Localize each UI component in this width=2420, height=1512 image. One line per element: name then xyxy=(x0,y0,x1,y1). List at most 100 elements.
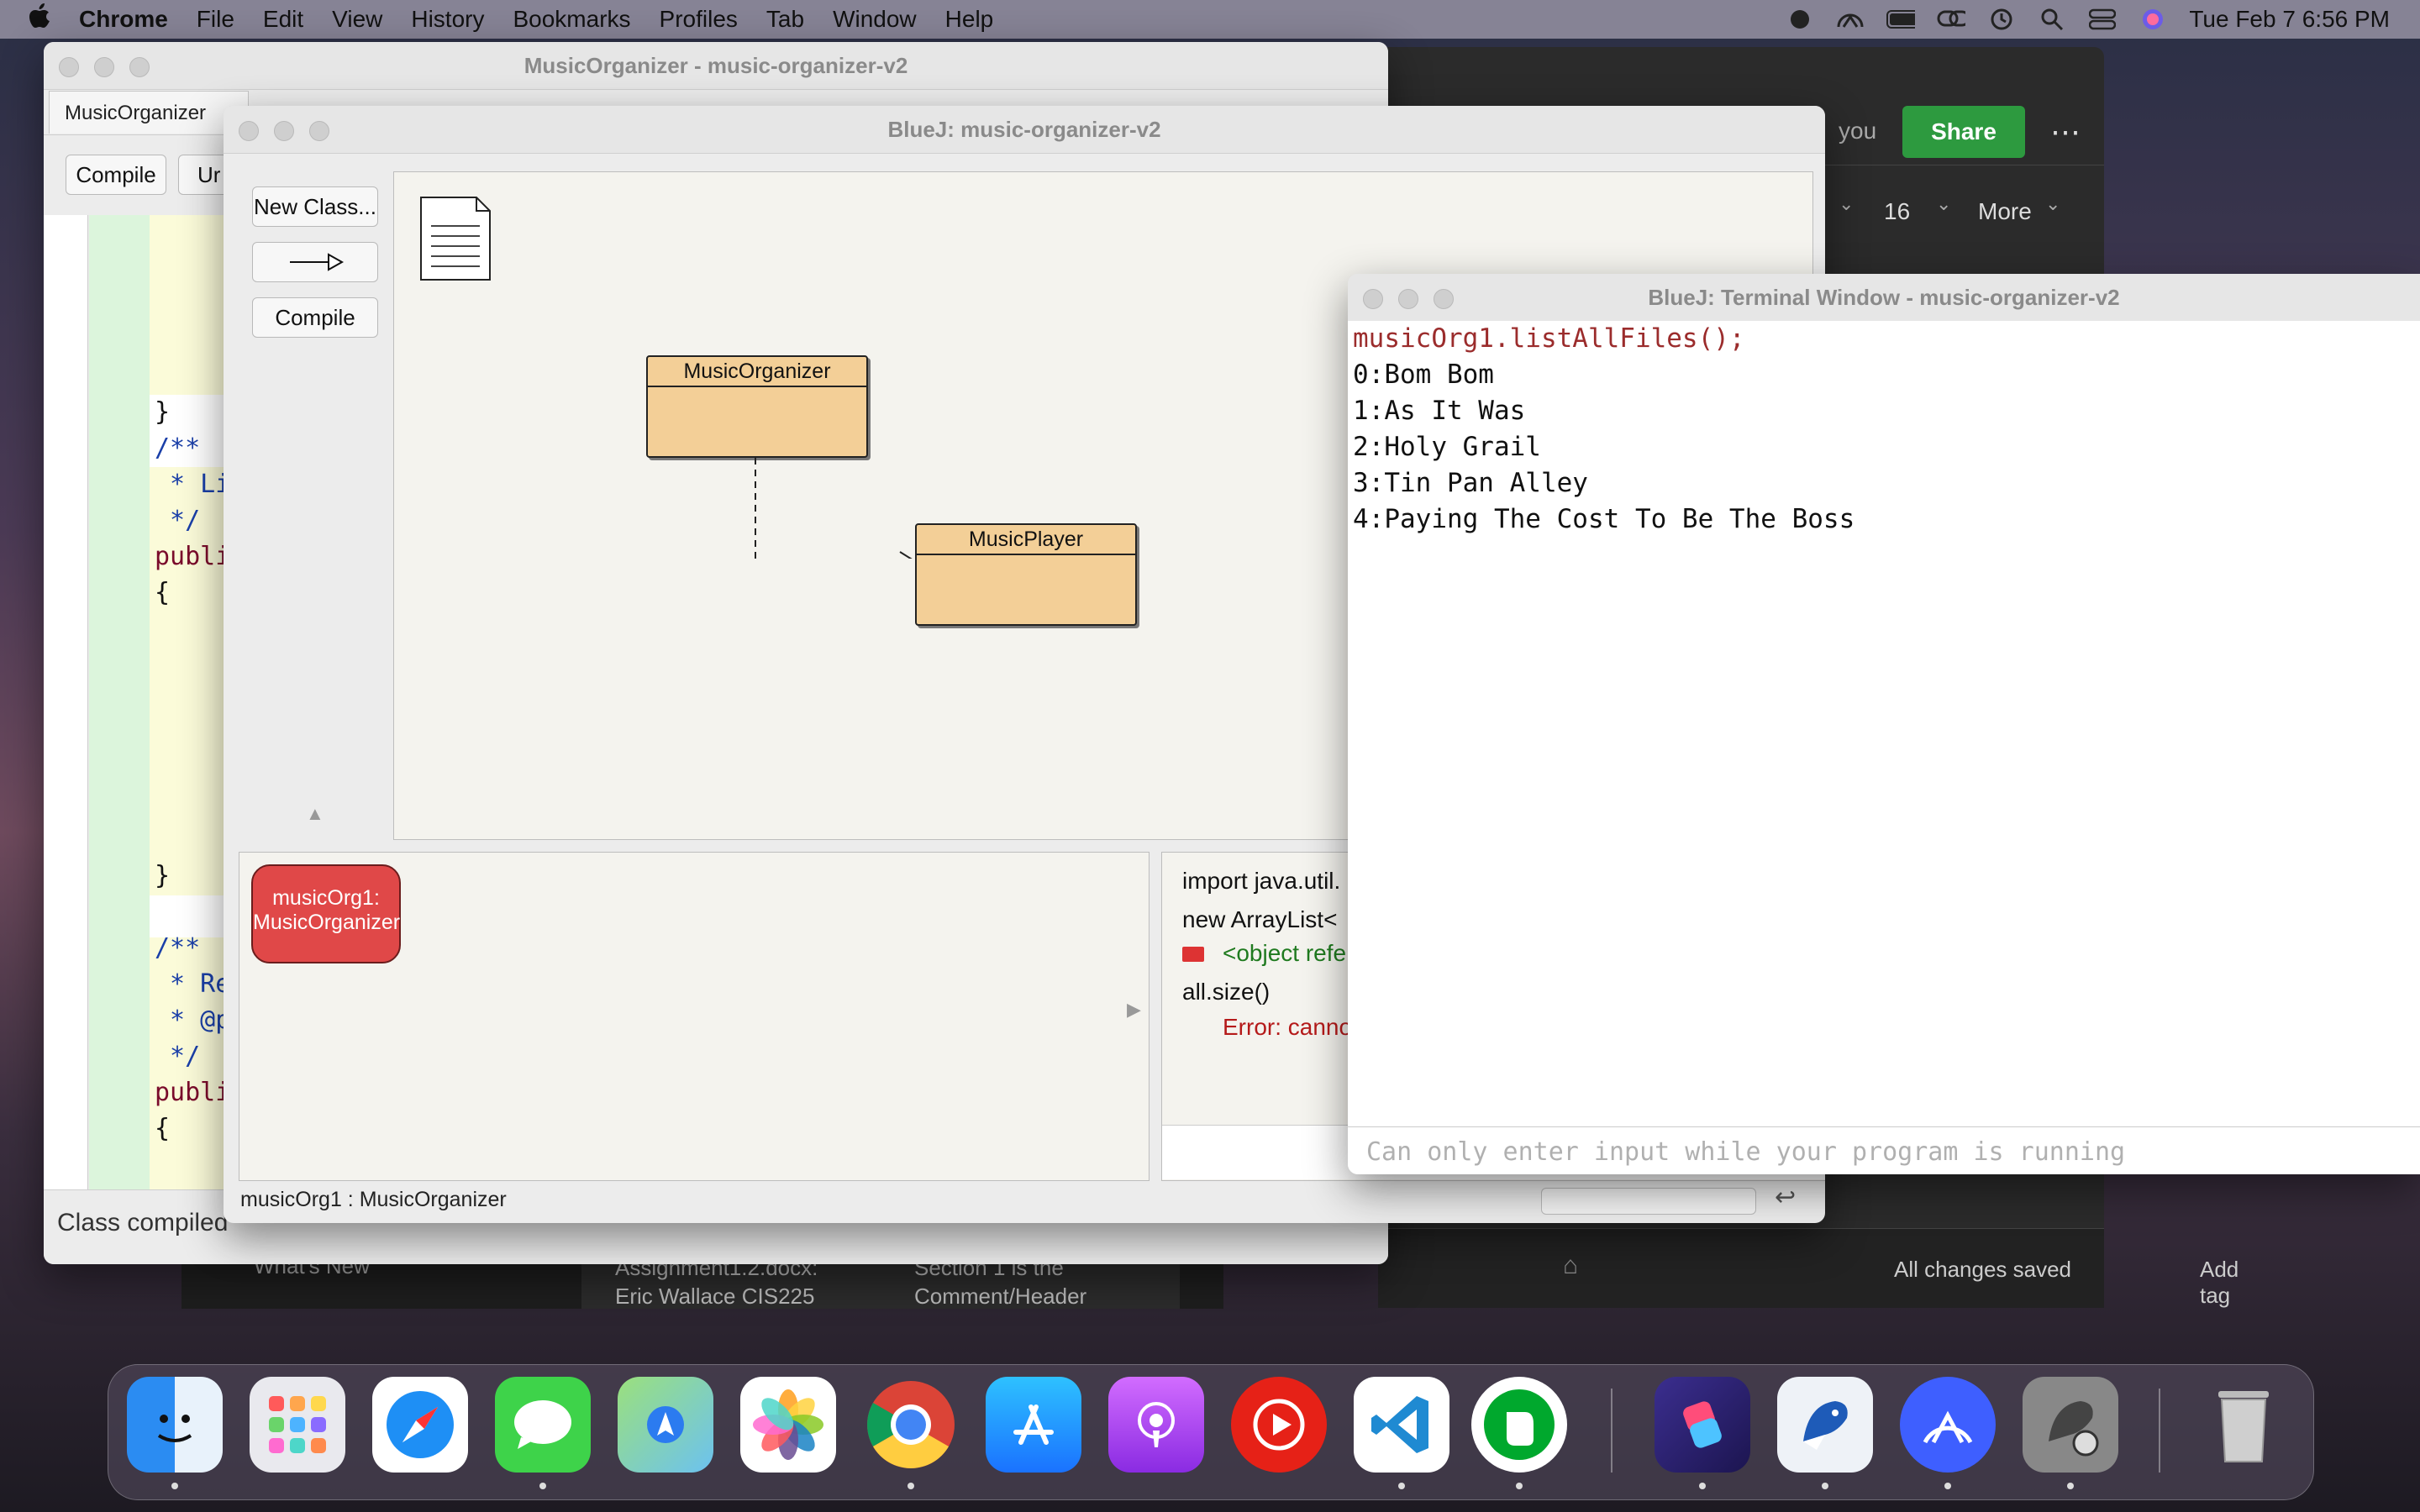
scope-margin xyxy=(89,215,150,1189)
screen-mirroring-icon[interactable] xyxy=(1937,8,1966,30)
battery-icon[interactable] xyxy=(1886,8,1916,30)
dock-chrome-icon[interactable] xyxy=(863,1377,959,1473)
bluej-titlebar: BlueJ: music-organizer-v2 xyxy=(224,106,1825,154)
time-machine-icon[interactable] xyxy=(1987,8,2016,30)
editor-tab-label: MusicOrganizer xyxy=(65,102,207,124)
code-line: publi xyxy=(155,1078,231,1107)
font-size-chevron-icon[interactable]: ⌄ xyxy=(1839,193,1854,215)
running-indicator xyxy=(908,1483,914,1489)
bluej-right-input[interactable] xyxy=(1541,1188,1756,1215)
font-size-value[interactable]: 16 xyxy=(1884,198,1910,225)
editor-titlebar: MusicOrganizer - music-organizer-v2 xyxy=(44,42,1388,90)
running-indicator xyxy=(171,1483,178,1489)
terminal-titlebar: BlueJ: Terminal Window - music-organizer… xyxy=(1348,274,2420,322)
menu-view[interactable]: View xyxy=(332,6,382,33)
dock-maps-icon[interactable] xyxy=(618,1377,713,1473)
editor-title: MusicOrganizer - music-organizer-v2 xyxy=(523,53,908,78)
dock xyxy=(108,1364,2314,1500)
code-line: * Re xyxy=(155,969,231,999)
object-name: musicOrg1: xyxy=(272,886,380,910)
dock-nordvpn-icon[interactable] xyxy=(1900,1377,1996,1473)
add-tag-label[interactable]: Add tag xyxy=(2200,1257,2238,1309)
dock-finder-icon[interactable] xyxy=(127,1377,223,1473)
code-line: /** xyxy=(155,433,201,463)
menu-file[interactable]: File xyxy=(197,6,234,33)
font-size-dropdown-icon[interactable]: ⌄ xyxy=(1936,193,1951,215)
running-indicator xyxy=(1516,1483,1523,1489)
codepad-line: all.size() xyxy=(1182,979,1270,1005)
terminal-title: BlueJ: Terminal Window - music-organizer… xyxy=(1648,285,2120,310)
more-chevron-icon[interactable]: ⌄ xyxy=(2045,193,2060,215)
dock-messages-icon[interactable] xyxy=(495,1377,591,1473)
dock-app-store-icon[interactable] xyxy=(986,1377,1081,1473)
dock-separator xyxy=(1611,1389,1612,1473)
class-name: MusicPlayer xyxy=(917,525,1135,555)
code-line: */ xyxy=(155,506,201,535)
terminal-window: BlueJ: Terminal Window - music-organizer… xyxy=(1348,274,2420,1174)
dock-trash-icon[interactable] xyxy=(2196,1377,2291,1473)
menu-help[interactable]: Help xyxy=(945,6,994,33)
search-icon[interactable] xyxy=(2038,8,2066,31)
return-icon[interactable]: ↩ xyxy=(1775,1183,1796,1212)
bluej-status-text: musicOrg1 : MusicOrganizer xyxy=(240,1188,507,1211)
evernote-status-icon[interactable] xyxy=(1786,8,1814,30)
running-indicator xyxy=(1822,1483,1828,1489)
menu-window[interactable]: Window xyxy=(833,6,917,33)
codepad-line: import java.util. xyxy=(1182,868,1341,894)
code-line: * Li xyxy=(155,470,231,499)
dock-launchpad-icon[interactable] xyxy=(250,1377,345,1473)
terminal-input[interactable]: Can only enter input while your program … xyxy=(1348,1126,2420,1174)
editor-tab[interactable]: MusicOrganizer × xyxy=(49,91,249,134)
dependency-arrow[interactable] xyxy=(747,458,923,559)
terminal-command: musicOrg1.listAllFiles(); xyxy=(1353,323,1745,354)
apple-icon[interactable] xyxy=(29,3,50,35)
menu-clock[interactable]: Tue Feb 7 6:56 PM xyxy=(2189,6,2390,33)
dock-shortcuts-icon[interactable] xyxy=(1655,1377,1750,1473)
codepad-line[interactable]: <object refe xyxy=(1223,940,1346,967)
readme-icon[interactable] xyxy=(418,196,493,283)
new-class-button[interactable]: New Class... xyxy=(252,186,378,227)
object-reference-icon[interactable] xyxy=(1182,947,1204,962)
add-arrow-button[interactable] xyxy=(252,242,378,282)
class-music-player[interactable]: MusicPlayer xyxy=(915,523,1137,626)
dock-safari-icon[interactable] xyxy=(372,1377,468,1473)
menu-edit[interactable]: Edit xyxy=(263,6,303,33)
running-indicator xyxy=(1699,1483,1706,1489)
dock-photos-icon[interactable] xyxy=(740,1377,836,1473)
menu-history[interactable]: History xyxy=(411,6,484,33)
menu-tab[interactable]: Tab xyxy=(766,6,804,33)
code-line: } xyxy=(155,397,171,427)
collapse-up-icon[interactable]: ▲ xyxy=(306,803,324,825)
control-center-icon[interactable] xyxy=(2088,8,2117,30)
dock-podcasts-icon[interactable] xyxy=(1108,1377,1204,1473)
terminal-output[interactable]: musicOrg1.listAllFiles(); 0:Bom Bom 1:As… xyxy=(1348,321,2420,1127)
dock-evernote-icon[interactable] xyxy=(1471,1377,1567,1473)
compile-button[interactable]: Compile xyxy=(66,155,166,195)
vpn-status-icon[interactable] xyxy=(1836,8,1865,30)
menu-app-name[interactable]: Chrome xyxy=(79,6,168,33)
compile-project-button[interactable]: Compile xyxy=(252,297,378,338)
expand-right-icon[interactable]: ▶ xyxy=(1127,999,1141,1021)
object-music-org1[interactable]: musicOrg1: MusicOrganizer xyxy=(251,864,401,963)
terminal-line: 1:As It Was xyxy=(1353,396,1526,426)
bluej-title: BlueJ: music-organizer-v2 xyxy=(887,117,1161,142)
dock-bluej-settings-icon[interactable] xyxy=(2023,1377,2118,1473)
dock-vscode-icon[interactable] xyxy=(1354,1377,1449,1473)
share-button[interactable]: Share xyxy=(1902,106,2025,158)
code-text-lower: } /** * Re * @p */ publi { xyxy=(155,822,230,1219)
codepad-error: Error: canno xyxy=(1223,1014,1353,1040)
running-indicator xyxy=(2067,1483,2074,1489)
code-line: publi xyxy=(155,542,231,571)
more-button[interactable]: More xyxy=(1978,198,2032,225)
tag-icon[interactable]: ⌂ xyxy=(1563,1252,1578,1280)
dock-youtube-icon[interactable] xyxy=(1231,1377,1327,1473)
more-options-icon[interactable]: ⋯ xyxy=(2050,114,2081,150)
save-status: All changes saved xyxy=(1894,1257,2072,1282)
object-bench[interactable]: musicOrg1: MusicOrganizer ▶ xyxy=(239,852,1150,1181)
menu-bookmarks[interactable]: Bookmarks xyxy=(513,6,630,33)
siri-icon[interactable] xyxy=(2139,8,2167,30)
class-music-organizer[interactable]: MusicOrganizer xyxy=(646,355,868,458)
menu-profiles[interactable]: Profiles xyxy=(660,6,738,33)
dock-bluej-icon[interactable] xyxy=(1777,1377,1873,1473)
